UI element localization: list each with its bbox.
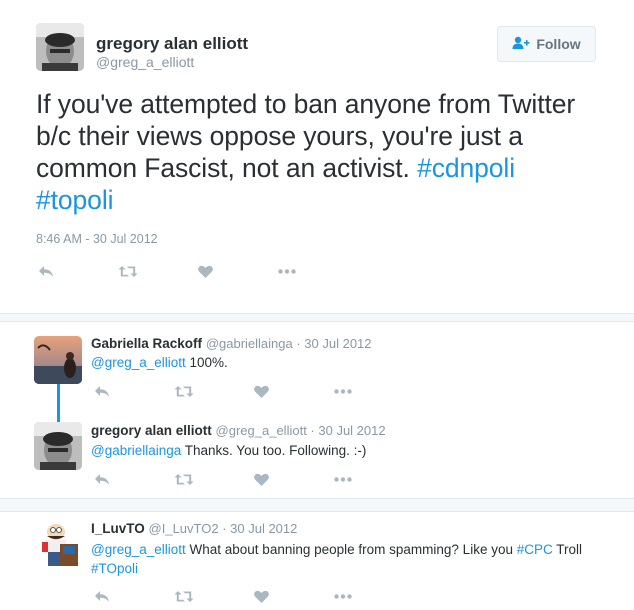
more-button[interactable] [278,263,358,279]
reply-actions [94,471,414,487]
section-divider [0,498,634,512]
reply-date[interactable]: 30 Jul 2012 [318,423,385,438]
more-button[interactable] [334,383,414,399]
avatar-photo [36,23,84,71]
heart-icon [254,590,269,603]
retweet-button[interactable] [174,383,254,399]
section-divider [0,313,634,322]
hashtag-cpc[interactable]: #CPC [517,542,553,557]
reply-text: @greg_a_elliott 100%. [91,353,611,372]
hashtag-cdnpoli[interactable]: #cdnpoli [417,153,515,183]
reply-tweet: Gabriella Rackoff @gabriellainga · 30 Ju… [0,322,634,410]
author-name[interactable]: gregory alan elliott [96,34,248,54]
mention-link[interactable]: @gabriellainga [91,443,181,458]
avatar-cartoon [34,520,82,568]
avatar-photo [34,422,82,470]
more-button[interactable] [334,471,414,487]
avatar[interactable] [36,23,84,71]
reply-arrow-icon [94,385,110,398]
reply-body: 100%. [185,355,228,370]
reply-actions [94,588,414,604]
reply-actions [94,383,414,399]
heart-icon [254,473,269,486]
retweet-button[interactable] [174,588,254,604]
avatar-photo [34,336,82,384]
retweet-icon [174,590,194,603]
reply-author-handle[interactable]: @greg_a_elliott [216,423,307,438]
reply-date[interactable]: 30 Jul 2012 [230,521,297,536]
reply-tweet: I_LuvTO @I_LuvTO2 · 30 Jul 2012 @greg_a_… [0,512,634,610]
follow-button[interactable]: Follow [497,26,596,62]
add-user-icon [512,36,530,53]
more-dots-icon [334,476,352,482]
reply-button[interactable] [38,263,118,279]
tweet-actions [38,263,358,279]
hashtag-topoli[interactable]: #TOpoli [91,561,138,576]
mention-link[interactable]: @greg_a_elliott [91,355,186,370]
reply-body: What about banning people from spamming?… [185,542,517,557]
retweet-button[interactable] [174,471,254,487]
mention-link[interactable]: @greg_a_elliott [91,542,186,557]
reply-text: @gabriellainga Thanks. You too. Followin… [91,441,611,460]
meta-separator: · [218,521,231,536]
like-button[interactable] [254,383,334,399]
reply-tweet: gregory alan elliott @greg_a_elliott · 3… [0,410,634,498]
reply-author-name[interactable]: I_LuvTO [91,521,145,536]
avatar[interactable] [34,422,82,470]
reply-text: @greg_a_elliott What about banning peopl… [91,540,611,578]
reply-arrow-icon [94,473,110,486]
reply-button[interactable] [94,471,174,487]
like-button[interactable] [198,263,278,279]
heart-icon [254,385,269,398]
reply-author-handle[interactable]: @I_LuvTO2 [149,521,219,536]
reply-button[interactable] [94,383,174,399]
reply-header: I_LuvTO @I_LuvTO2 · 30 Jul 2012 [91,521,297,536]
reply-arrow-icon [38,265,54,278]
reply-body-2: Troll [552,542,582,557]
more-button[interactable] [334,588,414,604]
follow-label: Follow [536,36,581,52]
more-dots-icon [334,593,352,599]
hashtag-topoli[interactable]: #topoli [36,185,113,215]
reply-header: Gabriella Rackoff @gabriellainga · 30 Ju… [91,336,372,351]
author-handle[interactable]: @greg_a_elliott [96,54,194,70]
retweet-icon [174,473,194,486]
heart-icon [198,265,213,278]
reply-button[interactable] [94,588,174,604]
reply-arrow-icon [94,590,110,603]
retweet-icon [118,265,138,278]
like-button[interactable] [254,588,334,604]
reply-date[interactable]: 30 Jul 2012 [304,336,371,351]
reply-author-name[interactable]: gregory alan elliott [91,423,212,438]
meta-separator: · [292,336,305,351]
main-tweet: gregory alan elliott @greg_a_elliott Fol… [0,0,634,313]
like-button[interactable] [254,471,334,487]
meta-separator: · [306,423,319,438]
reply-author-name[interactable]: Gabriella Rackoff [91,336,202,351]
retweet-button[interactable] [118,263,198,279]
more-dots-icon [278,268,296,274]
tweet-text: If you've attempted to ban anyone from T… [36,88,616,216]
reply-header: gregory alan elliott @greg_a_elliott · 3… [91,423,386,438]
more-dots-icon [334,388,352,394]
retweet-icon [174,385,194,398]
avatar[interactable] [34,520,82,568]
reply-author-handle[interactable]: @gabriellainga [206,336,293,351]
tweet-timestamp[interactable]: 8:46 AM - 30 Jul 2012 [36,232,158,246]
reply-body: Thanks. You too. Following. :-) [181,443,367,458]
avatar[interactable] [34,336,82,384]
